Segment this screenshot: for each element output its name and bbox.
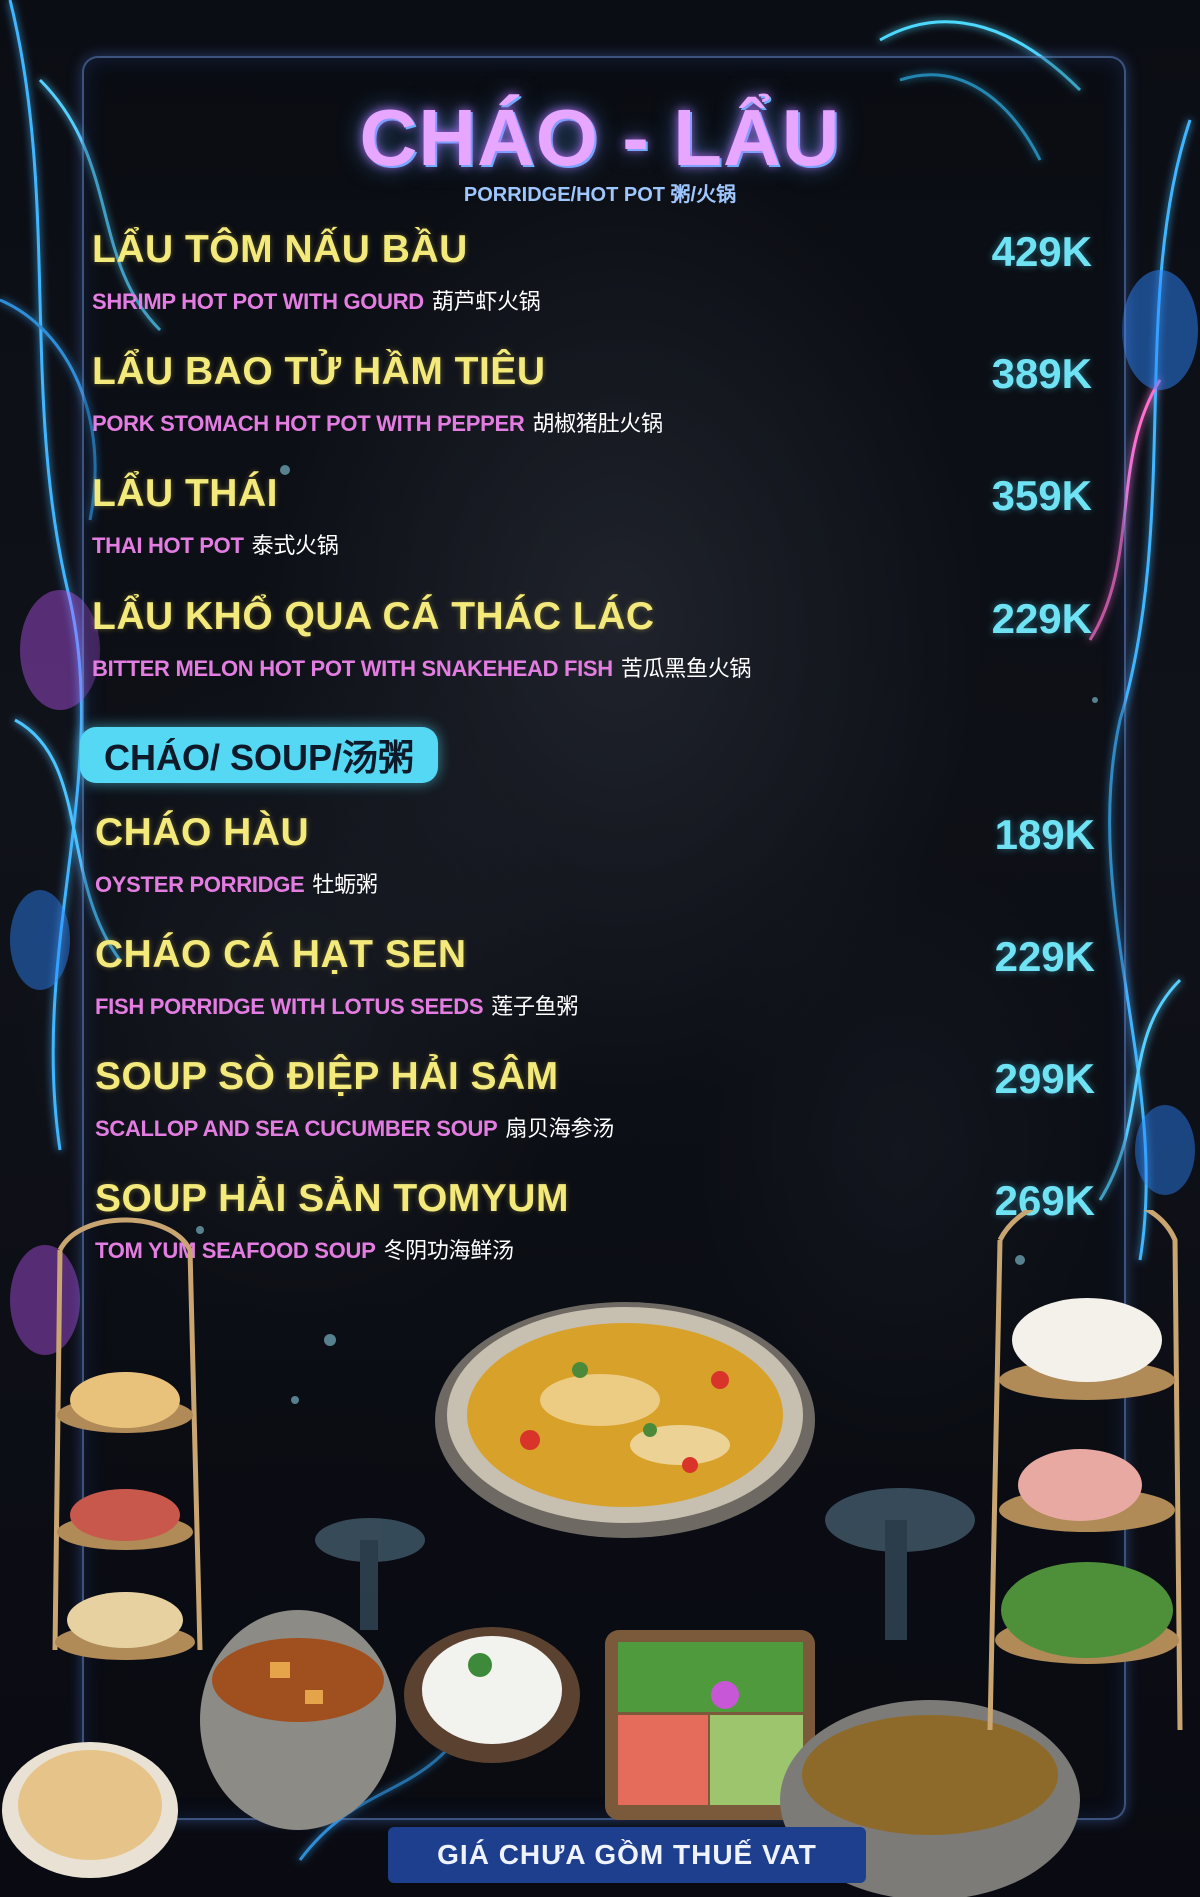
menu-item-desc-en: PORK STOMACH HOT POT WITH PEPPER <box>92 411 525 436</box>
menu-item-name: LẨU KHỔ QUA CÁ THÁC LÁC <box>92 595 655 638</box>
menu-item-price: 359K <box>991 472 1092 519</box>
menu-item-desc-en: SCALLOP AND SEA CUCUMBER SOUP <box>95 1116 498 1141</box>
menu-item-description: BITTER MELON HOT POT WITH SNAKEHEAD FISH… <box>92 651 751 683</box>
menu-item-price: 189K <box>994 811 1095 858</box>
menu-item-desc-zh: 胡椒猪肚火锅 <box>532 411 663 436</box>
menu-item-name: CHÁO HÀU <box>95 811 310 854</box>
pot-photo <box>200 1610 396 1830</box>
menu-item-desc-zh: 扇贝海参汤 <box>505 1116 614 1141</box>
section-header-soup: CHÁO/ SOUP/汤粥 <box>80 727 439 783</box>
page-title: CHÁO - LẨU <box>359 93 841 182</box>
menu-item-desc-zh: 莲子鱼粥 <box>491 994 579 1019</box>
menu-item-desc-en: BITTER MELON HOT POT WITH SNAKEHEAD FISH <box>92 656 613 681</box>
menu-item-desc-zh: 葫芦虾火锅 <box>431 289 541 314</box>
hot-pot-bowl-photo <box>435 1302 815 1538</box>
menu-item-description: PORK STOMACH HOT POT WITH PEPPER 胡椒猪肚火锅 <box>92 406 663 438</box>
menu-item-description: SHRIMP HOT POT WITH GOURD 葫芦虾火锅 <box>92 284 541 316</box>
menu-item-price: 389K <box>991 350 1092 397</box>
noodle-plate-photo <box>2 1742 178 1878</box>
shrimp-tray-photo <box>52 1217 203 1660</box>
footer-vat-note: GIÁ CHƯA GỒM THUẾ VAT <box>388 1827 866 1883</box>
menu-item-name: LẨU TÔM NẤU BẦU <box>92 228 468 271</box>
rice-bowl-photo <box>404 1627 580 1763</box>
menu-item-price: 229K <box>994 933 1095 980</box>
menu-item-name: CHÁO CÁ HẠT SEN <box>95 933 467 976</box>
menu-item-name: LẨU BAO TỬ HẦM TIÊU <box>92 350 546 393</box>
menu-item-description: SCALLOP AND SEA CUCUMBER SOUP 扇贝海参汤 <box>95 1111 614 1143</box>
menu-item-price: 299K <box>994 1055 1095 1102</box>
menu-item-desc-en: FISH PORRIDGE WITH LOTUS SEEDS <box>95 994 484 1019</box>
noodle-rack-photo <box>987 1210 1183 1731</box>
menu-item-name: SOUP SÒ ĐIỆP HẢI SÂM <box>95 1055 559 1098</box>
menu-item-desc-zh: 牡蛎粥 <box>312 872 378 897</box>
menu-item-price: 229K <box>991 595 1092 642</box>
menu-item-description: FISH PORRIDGE WITH LOTUS SEEDS 莲子鱼粥 <box>95 989 578 1021</box>
page-subtitle: PORRIDGE/HOT POT 粥/火锅 <box>463 184 737 206</box>
menu-item-description: OYSTER PORRIDGE 牡蛎粥 <box>95 867 378 899</box>
menu-item-desc-zh: 苦瓜黑鱼火锅 <box>620 656 752 681</box>
menu-item-name: LẨU THÁI <box>92 472 278 515</box>
menu-item-desc-en: SHRIMP HOT POT WITH GOURD <box>92 289 424 314</box>
menu-item-desc-zh: 泰式火锅 <box>251 533 339 558</box>
menu-item-description: THAI HOT POT 泰式火锅 <box>92 528 339 560</box>
food-photos <box>2 1210 1183 1897</box>
menu-item-desc-en: OYSTER PORRIDGE <box>95 872 305 897</box>
menu-item-price: 429K <box>991 228 1092 275</box>
menu-item-desc-en: THAI HOT POT <box>92 533 244 558</box>
